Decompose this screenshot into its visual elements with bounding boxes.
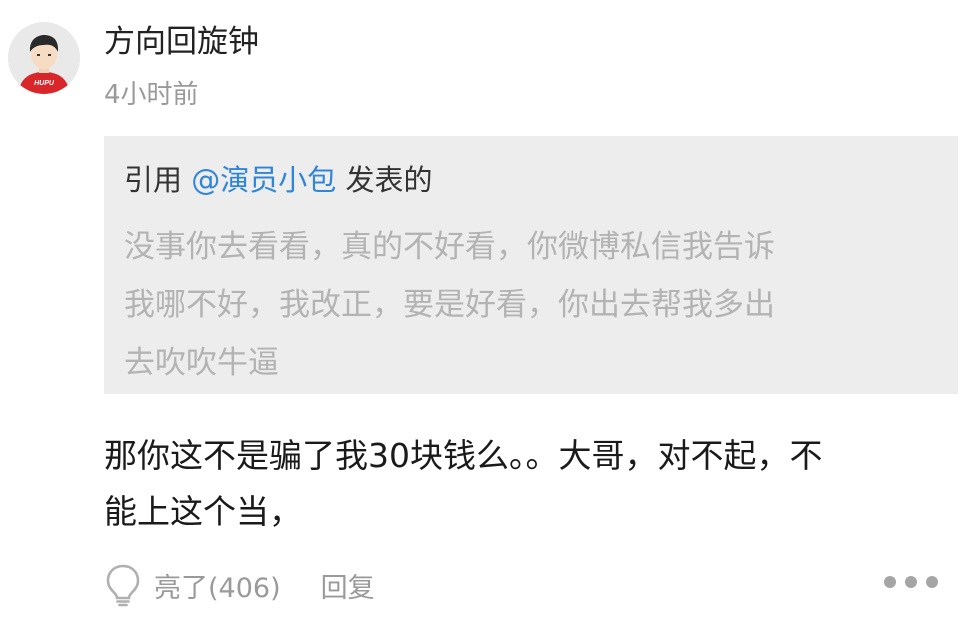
quote-line: 去吹吹牛逼 [124,345,279,381]
more-icon[interactable] [884,576,938,588]
quote-header: 引用 @演员小包 发表的 [124,160,432,200]
avatar[interactable]: HUPU [8,22,80,94]
more-dot [926,576,938,588]
more-dot [905,576,917,588]
quote-prefix: 引用 [124,163,192,197]
like-button[interactable]: 亮了(406) [104,563,281,607]
comment-line: 能上这个当， [104,492,302,531]
more-dot [884,576,896,588]
quote-line: 我哪不好，我改正，要是好看，你出去帮我多出 [124,287,775,323]
timestamp: 4小时前 [104,80,199,110]
quote-author-link[interactable]: @演员小包 [191,163,336,197]
reply-button[interactable]: 回复 [321,566,375,605]
comment-text: 那你这不是骗了我30块钱么。。大哥，对不起，不 能上这个当， [104,428,964,540]
avatar-badge: HUPU [34,80,55,87]
quote-text: 没事你去看看，真的不好看，你微博私信我告诉 我哪不好，我改正，要是好看，你出去帮… [124,218,944,392]
username[interactable]: 方向回旋钟 [104,20,259,64]
quote-block: 引用 @演员小包 发表的 没事你去看看，真的不好看，你微博私信我告诉 我哪不好，… [104,136,958,394]
comment-line: 那你这不是骗了我30块钱么。。大哥，对不起，不 [104,436,823,475]
like-count-label: 亮了(406) [154,572,281,604]
quote-suffix: 发表的 [336,163,433,197]
avatar-image: HUPU [8,22,80,94]
quote-line: 没事你去看看，真的不好看，你微博私信我告诉 [124,229,775,265]
lightbulb-icon [106,564,140,607]
action-bar: 亮了(406) 回复 [104,562,375,608]
